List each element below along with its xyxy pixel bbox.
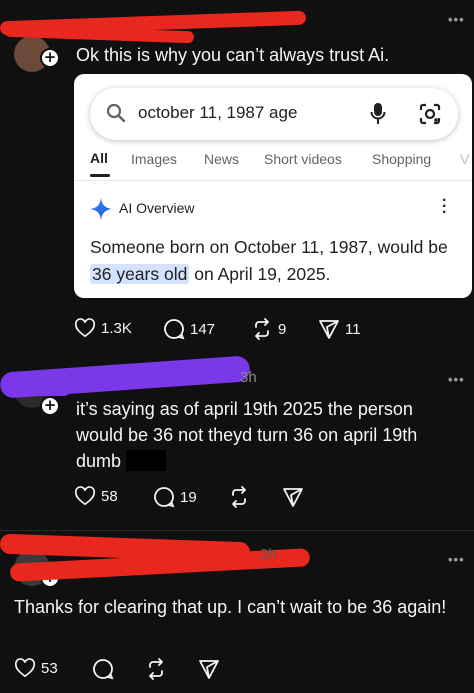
post-time: 2h [260, 546, 277, 563]
repost-icon [149, 658, 163, 680]
follow-plus-icon[interactable]: + [40, 396, 60, 416]
tab-active-underline [90, 174, 110, 177]
comment-icon [93, 659, 114, 680]
heart-icon [74, 486, 96, 506]
share-count: 11 [345, 320, 361, 338]
comment-button[interactable]: 19 [153, 486, 197, 508]
comment-icon [164, 319, 185, 340]
post-divider [0, 530, 474, 531]
share-icon [319, 320, 339, 339]
ai-overview-menu-icon: · · · [442, 192, 448, 221]
post-time: 3h [240, 369, 257, 386]
post-text: Ok this is why you can’t always trust Ai… [76, 45, 390, 65]
heart-icon [14, 658, 36, 678]
comment-icon [154, 487, 175, 508]
repost-button[interactable] [228, 486, 250, 508]
more-options-icon[interactable]: ••• [448, 552, 465, 567]
like-count: 58 [101, 487, 118, 505]
share-icon [283, 488, 303, 507]
ai-sparkle-icon [90, 198, 112, 220]
answer-text-before: Someone born on October 11, 1987, would … [90, 237, 448, 257]
comment-button[interactable]: 147 [163, 318, 215, 340]
follow-plus-icon[interactable]: + [40, 48, 60, 68]
share-button[interactable] [282, 486, 304, 508]
google-search-screenshot: october 11, 1987 age All Images News Sho… [74, 74, 472, 298]
like-button[interactable]: 53 [14, 658, 58, 678]
tab-all: All [90, 150, 108, 166]
more-options-icon[interactable]: ••• [448, 372, 465, 387]
search-bar: october 11, 1987 age [90, 88, 458, 140]
ai-overview-answer: Someone born on October 11, 1987, would … [90, 234, 460, 288]
comment-button[interactable] [92, 658, 114, 680]
repost-button[interactable] [145, 658, 167, 680]
tab-images: Images [131, 151, 177, 167]
repost-count: 9 [278, 320, 287, 338]
redaction-mark [10, 384, 70, 396]
like-button[interactable]: 1.3K [74, 318, 132, 338]
share-button[interactable]: 11 [318, 318, 361, 340]
search-query: october 11, 1987 age [138, 103, 298, 122]
answer-text-after: on April 19, 2025. [189, 264, 331, 284]
tabs-divider [74, 180, 472, 181]
like-count: 53 [41, 659, 58, 677]
repost-button[interactable]: 9 [251, 318, 286, 340]
redaction-black-box [126, 450, 166, 471]
heart-icon [74, 318, 96, 338]
microphone-icon [370, 103, 386, 124]
search-icon [106, 103, 126, 123]
like-count: 1.3K [101, 319, 132, 337]
share-icon [199, 660, 219, 679]
repost-icon [232, 486, 246, 508]
tab-short-videos: Short videos [264, 151, 342, 167]
tab-news: News [204, 151, 240, 167]
comment-count: 19 [180, 488, 197, 506]
share-button[interactable] [198, 658, 220, 680]
lens-camera-icon [419, 103, 441, 125]
like-button[interactable]: 58 [74, 486, 118, 506]
post-text: Thanks for clearing that up. I can’t wai… [14, 597, 447, 617]
answer-highlight: 36 years old [90, 264, 190, 284]
repost-icon [255, 318, 269, 340]
ai-overview-label: AI Overview [119, 200, 195, 216]
comment-count: 147 [190, 320, 216, 338]
tab-overflow: V [460, 151, 470, 167]
tab-shopping: Shopping [372, 151, 432, 167]
more-options-icon[interactable]: ••• [448, 12, 465, 27]
